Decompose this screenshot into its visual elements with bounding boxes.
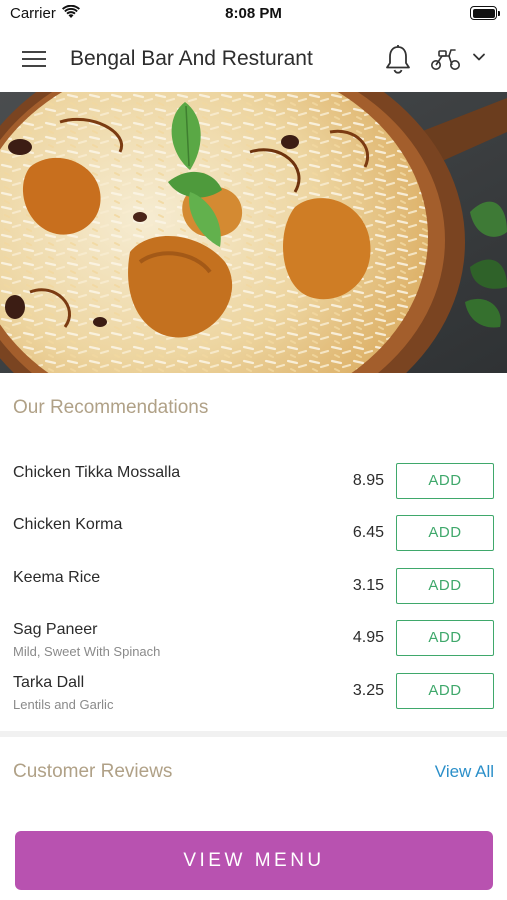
menu-item-description: Mild, Sweet With Spinach xyxy=(13,644,161,659)
menu-item-row: Tarka Dall Lentils and Garlic 3.25 ADD xyxy=(0,673,507,726)
menu-item-price: 4.95 xyxy=(352,629,384,646)
menu-item-name: Keema Rice xyxy=(13,569,101,586)
add-to-cart-button[interactable]: ADD xyxy=(396,463,494,499)
app-header: Bengal Bar And Resturant xyxy=(0,28,507,92)
menu-item-name: Sag Paneer xyxy=(13,621,98,638)
section-divider xyxy=(0,731,507,737)
menu-item-price: 3.15 xyxy=(352,577,384,594)
menu-item-name: Tarka Dall xyxy=(13,674,85,691)
hero-food-image xyxy=(0,92,507,373)
menu-item-description: Lentils and Garlic xyxy=(13,697,114,712)
bell-icon[interactable] xyxy=(384,44,412,76)
menu-item-name: Chicken Tikka Mossalla xyxy=(13,464,181,481)
menu-item-row: Chicken Tikka Mossalla 8.95 ADD xyxy=(0,463,507,516)
add-to-cart-button[interactable]: ADD xyxy=(396,673,494,709)
menu-item-price: 3.25 xyxy=(352,682,384,699)
menu-item-name: Chicken Korma xyxy=(13,516,123,533)
menu-item-row: Chicken Korma 6.45 ADD xyxy=(0,515,507,568)
status-bar: Carrier 8:08 PM xyxy=(0,0,507,28)
add-to-cart-button[interactable]: ADD xyxy=(396,620,494,656)
hamburger-menu-icon[interactable] xyxy=(22,48,48,70)
view-all-reviews-link[interactable]: View All xyxy=(435,762,494,782)
view-menu-button[interactable]: VIEW MENU xyxy=(15,831,493,890)
clock: 8:08 PM xyxy=(225,5,282,22)
battery-icon xyxy=(470,6,500,20)
chevron-down-icon[interactable] xyxy=(472,52,486,62)
delivery-scooter-icon[interactable] xyxy=(430,47,462,71)
menu-item-price: 6.45 xyxy=(352,524,384,541)
add-to-cart-button[interactable]: ADD xyxy=(396,515,494,551)
menu-item-row: Keema Rice 3.15 ADD xyxy=(0,568,507,621)
restaurant-name: Bengal Bar And Resturant xyxy=(70,47,313,70)
recommendations-title: Our Recommendations xyxy=(13,397,209,418)
add-to-cart-button[interactable]: ADD xyxy=(396,568,494,604)
reviews-title: Customer Reviews xyxy=(13,761,173,782)
menu-item-price: 8.95 xyxy=(352,472,384,489)
menu-item-row: Sag Paneer Mild, Sweet With Spinach 4.95… xyxy=(0,620,507,673)
